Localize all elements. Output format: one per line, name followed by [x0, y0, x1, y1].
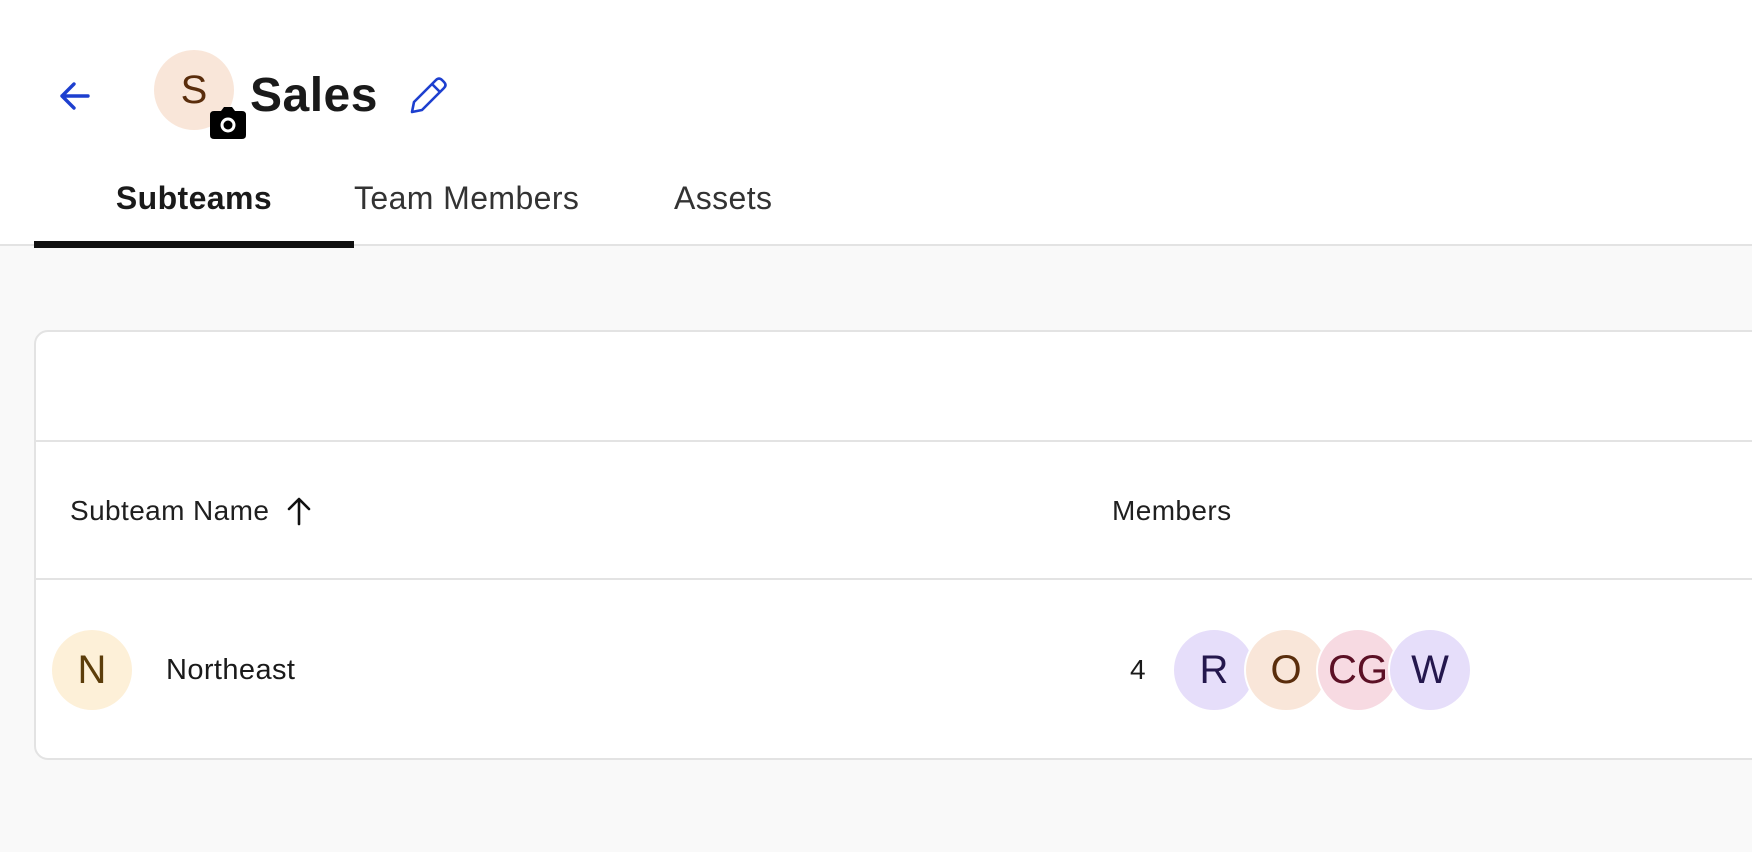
member-initials: CG	[1328, 647, 1388, 692]
page-title: Sales	[250, 69, 378, 122]
tab-label: Team Members	[354, 180, 580, 216]
column-header-subteam-name[interactable]: Subteam Name	[70, 442, 313, 580]
tab-team-members[interactable]: Team Members	[354, 160, 674, 246]
subteam-avatar: N	[52, 630, 132, 710]
pencil-icon	[410, 77, 447, 114]
tab-subteams[interactable]: Subteams	[34, 160, 354, 248]
table-header: Subteam Name Members	[36, 442, 1752, 580]
sort-ascending-icon	[285, 496, 313, 526]
member-avatar: W	[1388, 628, 1472, 712]
tab-assets[interactable]: Assets	[674, 160, 874, 246]
team-avatar-initial: S	[180, 67, 208, 112]
page-header: S Sales Subteams Team Members Assets	[0, 0, 1752, 248]
member-initials: R	[1199, 647, 1229, 692]
card-toolbar	[36, 332, 1752, 442]
member-avatar-stack: R O CG W	[1172, 628, 1472, 712]
column-header-label: Members	[1112, 495, 1232, 526]
tab-label: Subteams	[115, 180, 273, 216]
camera-icon	[210, 107, 246, 139]
member-initials: W	[1411, 647, 1449, 692]
member-count: 4	[1130, 654, 1146, 685]
tab-label: Assets	[674, 180, 773, 216]
back-button[interactable]	[50, 72, 98, 120]
column-header-members: Members	[1112, 442, 1232, 580]
column-header-label: Subteam Name	[70, 495, 270, 526]
arrow-left-icon	[60, 82, 90, 110]
subteam-name: Northeast	[166, 653, 296, 686]
edit-name-button[interactable]	[404, 72, 452, 120]
subteam-avatar-initial: N	[77, 647, 107, 692]
member-initials: O	[1270, 647, 1302, 692]
change-photo-button[interactable]	[210, 106, 246, 140]
table-row[interactable]: N Northeast 4 R O CG W	[36, 582, 1752, 758]
tab-bar: Subteams Team Members Assets	[34, 160, 874, 248]
subteams-card: Subteam Name Members N Northeast 4 R O C…	[34, 330, 1752, 760]
